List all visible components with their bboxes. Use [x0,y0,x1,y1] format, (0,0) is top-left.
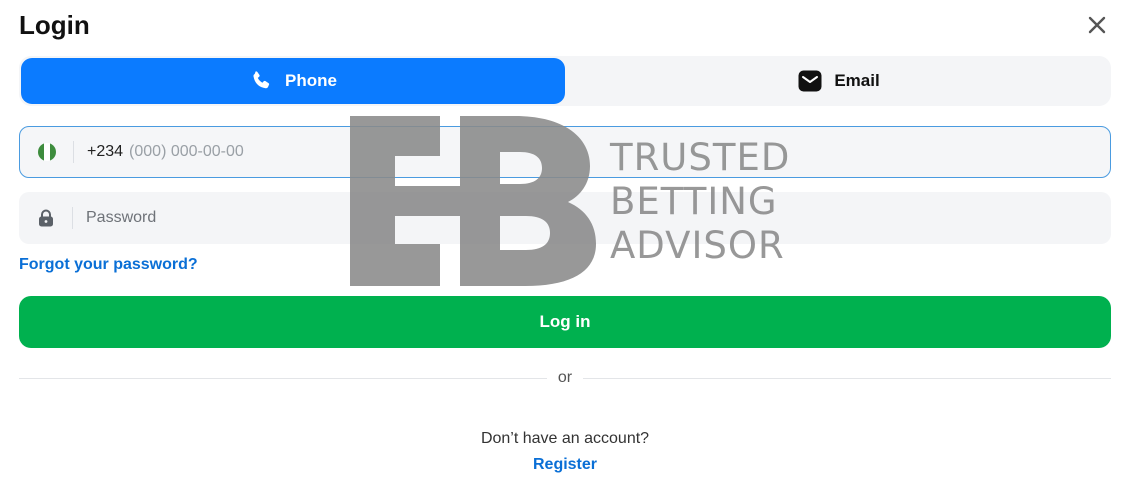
signup-prompt: Don’t have an account? [480,430,650,447]
or-divider: or [19,369,1111,389]
tab-phone[interactable]: Phone [21,58,565,104]
dialog-title: Login [19,10,90,40]
close-icon [1088,16,1106,34]
tab-phone-label: Phone [285,71,337,90]
email-icon [798,70,822,92]
login-method-tabs: Phone Email [19,56,1111,106]
phone-prefix: +234 [87,143,124,160]
nigeria-flag-icon [37,143,56,161]
login-dialog: Login Phone Email +234 (000) 000-00-00 F… [0,0,1130,490]
phone-icon [253,71,270,89]
country-selector[interactable] [20,141,74,163]
password-input[interactable] [86,192,1111,244]
lock-icon-wrap [19,207,73,229]
phone-input[interactable] [129,127,1110,177]
register-link[interactable]: Register [533,456,597,473]
forgot-password-link[interactable]: Forgot your password? [19,256,198,274]
tab-email[interactable]: Email [567,56,1111,106]
lock-icon [38,209,53,227]
tab-email-label: Email [834,71,880,90]
login-button[interactable]: Log in [19,296,1111,348]
phone-field: +234 [19,126,1111,178]
password-field [19,192,1111,244]
close-button[interactable] [1084,12,1110,38]
divider-line-right [583,378,1111,379]
